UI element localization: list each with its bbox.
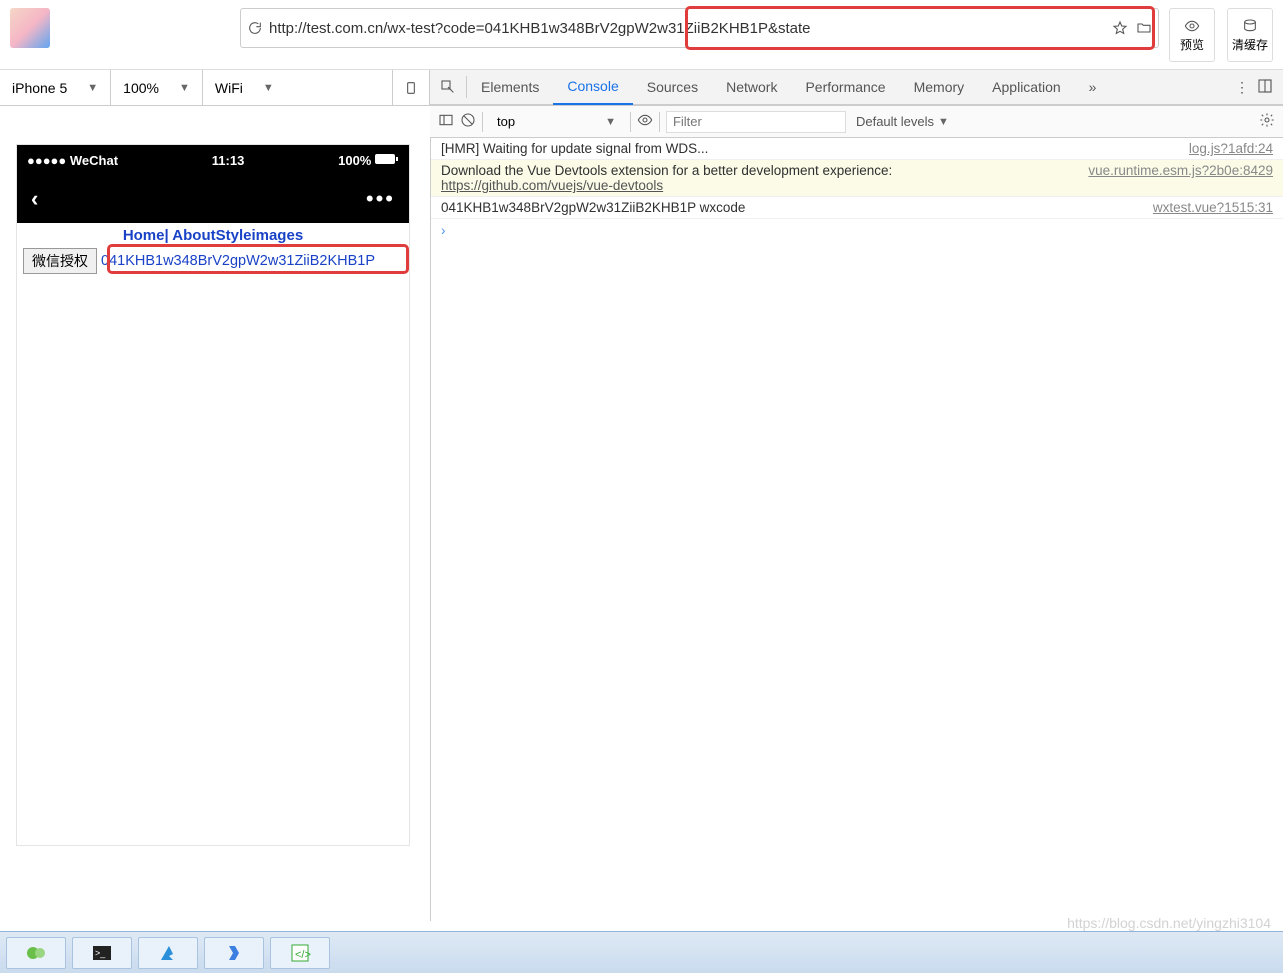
device-toolbar: iPhone 5▼ 100%▼ WiFi▼ Elements Console S…: [0, 70, 1283, 106]
phone-status-bar: ●●●●● WeChat 11:13 100%: [17, 145, 409, 175]
log-row: Download the Vue Devtools extension for …: [431, 160, 1283, 197]
log-row: 041KHB1w348BrV2gpW2w31ZiiB2KHB1P wxcode …: [431, 197, 1283, 219]
chevron-down-icon: ▼: [263, 82, 274, 94]
log-row: [HMR] Waiting for update signal from WDS…: [431, 138, 1283, 160]
sidebar-toggle-icon[interactable]: [438, 112, 454, 131]
watermark-text: https://blog.csdn.net/yingzhi3104: [1067, 915, 1271, 931]
console-prompt[interactable]: ›: [431, 219, 1283, 242]
console-toolbar: top▼ Default levels▼: [430, 106, 1283, 138]
windows-taskbar: >_ </>: [0, 931, 1283, 973]
chevron-down-icon: ▼: [179, 82, 190, 94]
svg-text:>_: >_: [95, 948, 106, 958]
tab-network[interactable]: Network: [712, 69, 791, 105]
log-url-link[interactable]: https://github.com/vuejs/vue-devtools: [441, 178, 663, 193]
tab-performance[interactable]: Performance: [791, 69, 899, 105]
phone-nav-bar: ‹ •••: [17, 175, 409, 223]
taskbar-item[interactable]: [6, 937, 66, 969]
star-icon[interactable]: [1112, 20, 1128, 36]
log-message: Download the Vue Devtools extension for …: [441, 163, 1088, 193]
tab-application[interactable]: Application: [978, 69, 1075, 105]
chevron-down-icon: ▼: [87, 82, 98, 94]
clear-console-icon[interactable]: [460, 112, 476, 131]
url-bar: [240, 8, 1159, 48]
levels-select[interactable]: Default levels▼: [856, 114, 949, 129]
log-message: 041KHB1w348BrV2gpW2w31ZiiB2KHB1P wxcode: [441, 200, 1153, 215]
tab-elements[interactable]: Elements: [467, 69, 553, 105]
url-input[interactable]: [263, 20, 1112, 37]
log-source-link[interactable]: log.js?1afd:24: [1189, 141, 1273, 156]
svg-text:</>: </>: [295, 949, 311, 961]
context-select[interactable]: top▼: [489, 114, 624, 129]
browser-top-bar: 预览 清缓存: [0, 0, 1283, 70]
tab-memory[interactable]: Memory: [900, 69, 979, 105]
log-source-link[interactable]: wxtest.vue?1515:31: [1153, 200, 1273, 215]
clear-cache-button[interactable]: 清缓存: [1227, 8, 1273, 62]
folder-icon[interactable]: [1136, 20, 1152, 36]
device-select[interactable]: iPhone 5▼: [0, 70, 111, 105]
console-output: [HMR] Waiting for update signal from WDS…: [430, 138, 1283, 921]
back-icon[interactable]: ‹: [31, 186, 38, 212]
page-nav-links[interactable]: Home| AboutStyleimages: [23, 227, 403, 244]
reload-icon[interactable]: [247, 20, 263, 36]
wx-code-value: 041KHB1w348BrV2gpW2w31ZiiB2KHB1P: [101, 253, 375, 269]
zoom-select[interactable]: 100%▼: [111, 70, 203, 105]
carrier-label: ●●●●● WeChat: [27, 153, 118, 168]
log-source-link[interactable]: vue.runtime.esm.js?2b0e:8429: [1088, 163, 1273, 193]
wechat-auth-button[interactable]: 微信授权: [23, 248, 97, 274]
preview-button[interactable]: 预览: [1169, 8, 1215, 62]
tab-sources[interactable]: Sources: [633, 69, 712, 105]
eye-icon[interactable]: [637, 112, 653, 131]
filter-input[interactable]: [666, 111, 846, 133]
inspect-icon[interactable]: [430, 69, 466, 105]
preview-label: 预览: [1180, 36, 1204, 53]
taskbar-item[interactable]: </>: [270, 937, 330, 969]
devtools-tabs: Elements Console Sources Network Perform…: [430, 70, 1283, 105]
clear-cache-label: 清缓存: [1232, 36, 1268, 53]
kebab-icon[interactable]: ⋮: [1235, 79, 1249, 96]
gear-icon[interactable]: [1259, 112, 1275, 131]
taskbar-item[interactable]: [204, 937, 264, 969]
tabs-overflow-icon[interactable]: »: [1075, 69, 1111, 105]
taskbar-item[interactable]: >_: [72, 937, 132, 969]
network-select[interactable]: WiFi▼: [203, 70, 393, 105]
app-icon: [10, 8, 50, 48]
time-label: 11:13: [212, 153, 245, 168]
battery-label: 100%: [338, 153, 399, 168]
log-message: [HMR] Waiting for update signal from WDS…: [441, 141, 1189, 156]
tab-console[interactable]: Console: [553, 69, 632, 105]
rotate-icon[interactable]: [393, 70, 429, 105]
taskbar-item[interactable]: [138, 937, 198, 969]
more-icon[interactable]: •••: [366, 186, 395, 212]
dock-icon[interactable]: [1257, 78, 1273, 97]
phone-preview: ●●●●● WeChat 11:13 100% ‹ ••• Home| Abou…: [17, 145, 409, 845]
